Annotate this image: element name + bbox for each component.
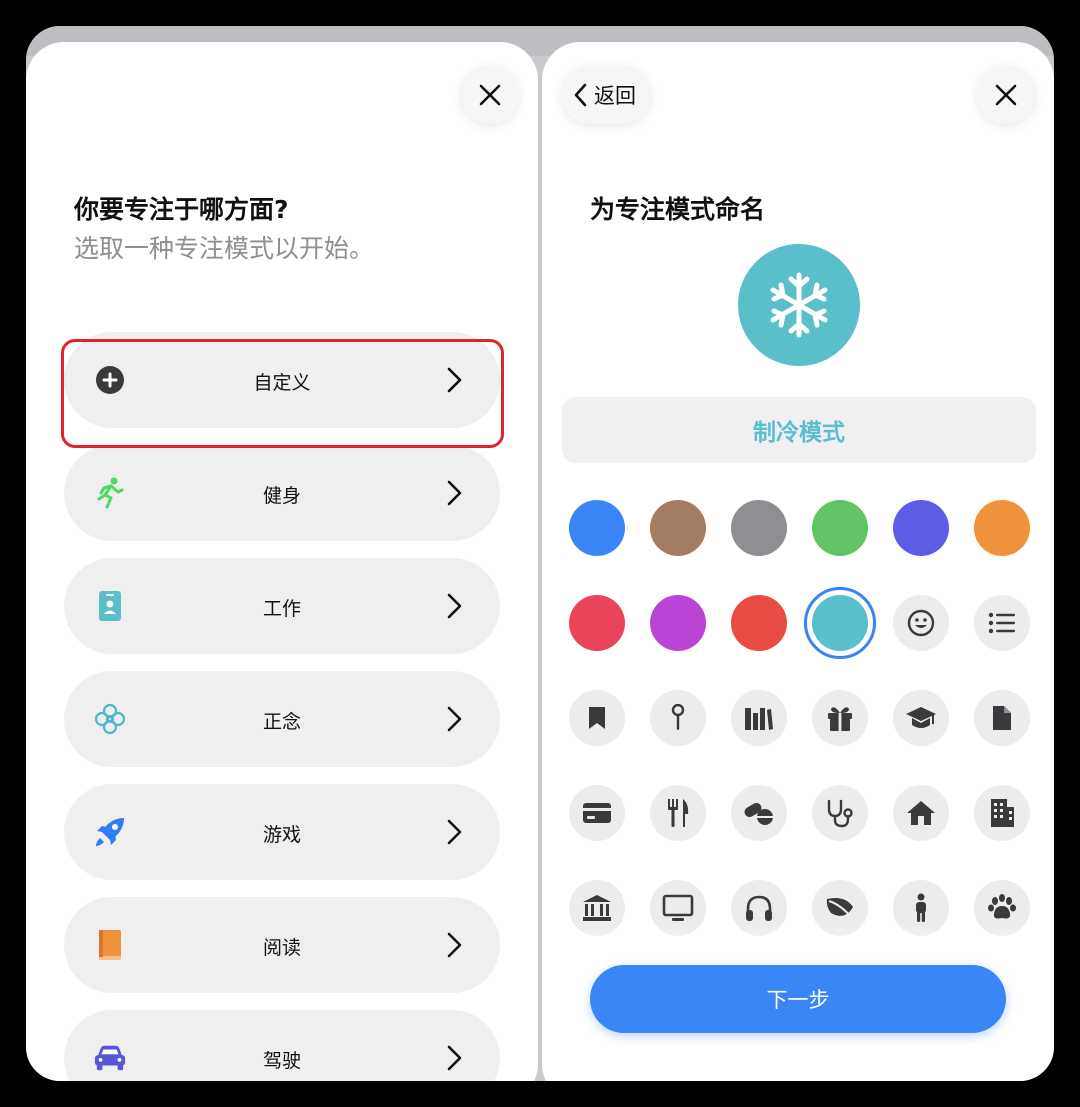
chevron-right-icon	[444, 479, 464, 511]
stethoscope-icon	[827, 799, 853, 828]
color-swatch-green[interactable]	[812, 500, 868, 556]
close-button[interactable]	[461, 66, 519, 124]
highlight-annotation-box	[61, 339, 504, 448]
focus-item-label: 健身	[262, 485, 301, 507]
color-swatch-teal[interactable]	[812, 595, 868, 651]
page-title: 你要专注于哪方面?	[74, 195, 289, 224]
focus-item-fitness[interactable]: 健身	[64, 445, 500, 541]
icon-option-building[interactable]	[974, 785, 1030, 841]
monitor-icon	[662, 894, 694, 921]
document-icon	[993, 706, 1011, 730]
focus-item-reading[interactable]: 阅读	[64, 897, 500, 993]
icon-option-graduation[interactable]	[893, 690, 949, 746]
focus-icon-preview	[738, 244, 860, 366]
credit-card-icon	[583, 803, 611, 823]
icon-option-document[interactable]	[974, 690, 1030, 746]
headphones-icon	[746, 895, 772, 921]
graduation-cap-icon	[906, 707, 936, 728]
focus-item-gaming[interactable]: 游戏	[64, 784, 500, 880]
building-icon	[991, 799, 1014, 827]
focus-item-work[interactable]: 工作	[64, 558, 500, 654]
page-title: 为专注模式命名	[590, 195, 766, 224]
icon-option-list[interactable]	[974, 595, 1030, 651]
chevron-right-icon	[444, 931, 464, 963]
chevron-right-icon	[444, 592, 464, 624]
focus-item-label: 阅读	[262, 937, 301, 959]
fork-knife-icon	[668, 799, 689, 827]
snowflake-icon	[770, 272, 828, 338]
color-swatch-pink[interactable]	[569, 595, 625, 651]
list-icon	[988, 612, 1015, 634]
color-swatch-indigo[interactable]	[893, 500, 949, 556]
close-button[interactable]	[977, 66, 1035, 124]
focus-name-field[interactable]: 制冷模式	[562, 397, 1036, 463]
icon-option-home[interactable]	[893, 785, 949, 841]
color-swatch-brown[interactable]	[650, 500, 706, 556]
paw-icon	[988, 894, 1016, 919]
focus-item-label: 游戏	[262, 824, 301, 846]
appearance-grid	[569, 500, 1030, 940]
pin-icon	[671, 704, 685, 730]
icon-option-dining[interactable]	[650, 785, 706, 841]
focus-item-label: 正念	[262, 711, 301, 733]
person-icon	[916, 893, 926, 922]
color-swatch-gray[interactable]	[731, 500, 787, 556]
close-icon	[995, 84, 1017, 106]
back-button-label: 返回	[594, 84, 636, 108]
focus-item-mindfulness[interactable]: 正念	[64, 671, 500, 767]
color-swatch-blue[interactable]	[569, 500, 625, 556]
icon-option-bookmark[interactable]	[569, 690, 625, 746]
icon-option-books[interactable]	[731, 690, 787, 746]
chevron-right-icon	[444, 1044, 464, 1076]
icon-option-pills[interactable]	[731, 785, 787, 841]
color-swatch-red[interactable]	[731, 595, 787, 651]
pills-icon	[744, 803, 773, 825]
bookmark-icon	[589, 707, 605, 729]
house-icon	[907, 801, 935, 825]
focus-item-driving[interactable]: 驾驶	[64, 1010, 500, 1081]
bank-icon	[583, 895, 611, 921]
books-icon	[745, 708, 773, 730]
leaf-icon	[826, 898, 853, 918]
focus-item-label: 工作	[262, 598, 301, 620]
gift-icon	[828, 707, 852, 731]
chevron-left-icon	[574, 83, 587, 107]
name-focus-sheet: 返回 为专注模式命名 制冷模式 下一步	[542, 42, 1054, 1081]
icon-option-gift[interactable]	[812, 690, 868, 746]
close-icon	[479, 84, 501, 106]
smiley-icon	[907, 609, 935, 637]
icon-option-stethoscope[interactable]	[812, 785, 868, 841]
focus-item-label: 驾驶	[262, 1050, 301, 1072]
back-button[interactable]: 返回	[562, 66, 650, 124]
color-swatch-purple[interactable]	[650, 595, 706, 651]
device-frame: 你要专注于哪方面? 选取一种专注模式以开始。 自定义 健身 工作 正念 游戏 阅…	[26, 26, 1054, 1081]
icon-option-card[interactable]	[569, 785, 625, 841]
color-swatch-orange[interactable]	[974, 500, 1030, 556]
focus-picker-sheet: 你要专注于哪方面? 选取一种专注模式以开始。 自定义 健身 工作 正念 游戏 阅…	[26, 42, 538, 1081]
chevron-right-icon	[444, 705, 464, 737]
icon-option-pin[interactable]	[650, 690, 706, 746]
page-subtitle: 选取一种专注模式以开始。	[74, 234, 375, 263]
next-button[interactable]: 下一步	[590, 965, 1006, 1033]
chevron-right-icon	[444, 818, 464, 850]
icon-option-smiley[interactable]	[893, 595, 949, 651]
